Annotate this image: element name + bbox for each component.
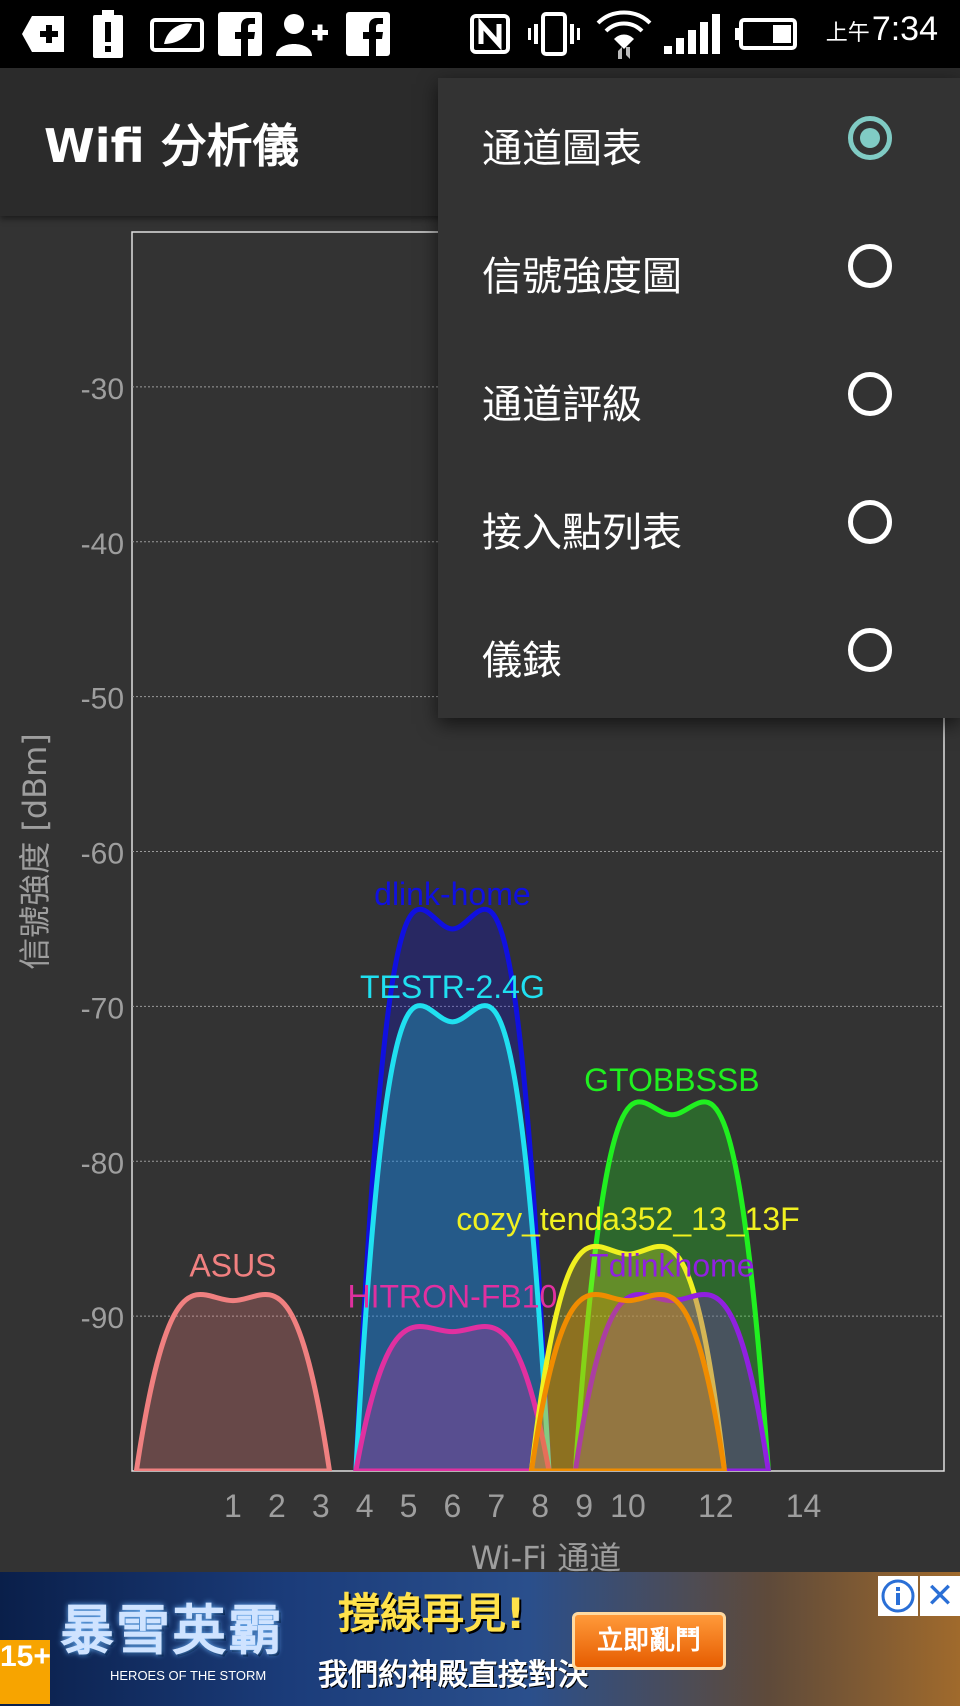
x-tick-label: 14 [786,1488,822,1524]
x-tick-label: 8 [531,1488,549,1524]
x-tick-label: 2 [268,1488,286,1524]
facebook-icon [346,12,390,56]
wifi-icon [596,10,652,59]
facebook-icon [218,12,262,56]
x-axis-title: Wi-Fi 通道 [471,1539,622,1572]
y-tick-label: -50 [81,683,124,716]
x-tick-label: 6 [444,1488,462,1524]
signal-icon [664,12,720,56]
menu-item-label: 信號強度圖 [482,254,682,300]
menu-item-channel-graph[interactable]: 通道圖表 [438,78,960,206]
network-label: GTOBBSSB [584,1062,759,1098]
y-tick-label: -70 [81,992,124,1025]
x-tick-label: 9 [575,1488,593,1524]
menu-item-label: 通道評級 [482,382,642,428]
menu-item-label: 儀錶 [482,638,562,684]
network-label: Tdlinkhome [589,1248,754,1284]
ad-info-icon[interactable] [878,1576,918,1616]
x-tick-label: 12 [698,1488,734,1524]
add-box-icon [20,12,66,56]
app-title: Wifi 分析儀 [44,119,299,173]
y-tick-label: -60 [81,838,124,871]
nfc-icon [470,12,510,56]
battery-icon [734,12,798,56]
view-menu: 通道圖表 信號強度圖 通道評級 接入點列表 儀錶 [438,78,960,718]
y-axis-title: 信號強度 [dBm] [16,733,54,970]
menu-item-label: 通道圖表 [482,126,642,172]
leaf-icon [150,12,204,56]
y-tick-label: -90 [81,1302,124,1335]
ad-banner[interactable]: 15+ 暴雪英霸 HEROES OF THE STORM 撐線再見! 我們約神殿… [0,1572,960,1706]
clock: 上午7:34 [825,10,938,48]
radio-unchecked-icon[interactable] [848,244,892,288]
network-label: HITRON-FB10 [348,1279,558,1315]
x-tick-label: 10 [610,1488,646,1524]
radio-unchecked-icon[interactable] [848,500,892,544]
network-label: cozy_tenda352_13_13F [456,1201,799,1237]
ad-subline: 我們約神殿直接對決 [318,1658,588,1693]
ad-cta-button[interactable]: 立即亂鬥 [572,1612,726,1670]
x-tick-label: 4 [356,1488,374,1524]
menu-item-meter[interactable]: 儀錶 [438,590,960,718]
menu-item-ap-list[interactable]: 接入點列表 [438,462,960,590]
x-tick-label: 1 [224,1488,242,1524]
radio-unchecked-icon[interactable] [848,372,892,416]
status-bar: 上午7:34 [0,0,960,68]
ad-close-icon[interactable]: ✕ [920,1576,960,1616]
battery-alert-icon [88,10,128,58]
ad-game-logo: 暴雪英霸 [60,1598,284,1662]
vibrate-icon [528,12,580,56]
network-label: ASUS [189,1248,276,1284]
y-tick-label: -40 [81,528,124,561]
radio-checked-icon[interactable] [848,116,892,160]
network-label: TESTR-2.4G [360,969,545,1005]
x-tick-label: 5 [400,1488,418,1524]
menu-item-label: 接入點列表 [482,510,682,556]
ad-headline: 撐線再見! [338,1589,526,1638]
y-tick-label: -80 [81,1147,124,1180]
ad-game-subtitle: HEROES OF THE STORM [110,1668,267,1683]
network-label: dlink-home [374,876,531,912]
x-tick-label: 7 [487,1488,505,1524]
age-rating-badge: 15+ [0,1640,51,1704]
add-user-icon [276,12,330,56]
radio-unchecked-icon[interactable] [848,628,892,672]
menu-item-signal-strength[interactable]: 信號強度圖 [438,206,960,334]
x-tick-label: 3 [312,1488,330,1524]
y-tick-label: -30 [81,373,124,406]
menu-item-channel-rating[interactable]: 通道評級 [438,334,960,462]
